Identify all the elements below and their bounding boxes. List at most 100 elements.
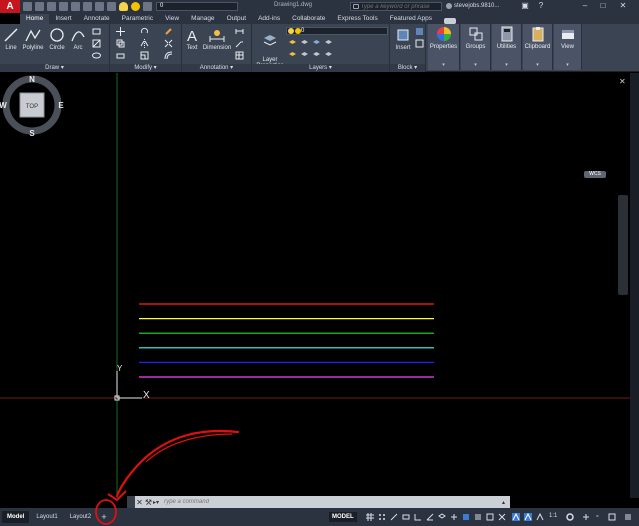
search-box[interactable] bbox=[350, 2, 442, 11]
layer-tool-5[interactable] bbox=[288, 51, 297, 60]
ortho-icon[interactable] bbox=[414, 513, 422, 521]
redo-icon[interactable] bbox=[107, 2, 116, 11]
wcs-menu-button[interactable]: WCS bbox=[584, 171, 606, 178]
clean-screen-icon[interactable] bbox=[608, 513, 616, 521]
draw-panel-title[interactable]: Draw ▾ bbox=[0, 64, 109, 72]
circle-tool[interactable]: Circle bbox=[47, 27, 67, 51]
line-tool[interactable]: Line bbox=[2, 27, 20, 51]
compass-n[interactable]: N bbox=[29, 75, 35, 84]
add-layout-button[interactable]: + bbox=[99, 512, 109, 522]
dimension-tool[interactable]: Dimension bbox=[202, 27, 232, 51]
offset-tool[interactable] bbox=[164, 51, 173, 60]
save-icon[interactable] bbox=[47, 2, 56, 11]
tab-express-tools[interactable]: Express Tools bbox=[331, 14, 383, 24]
viewcube[interactable]: TOP N S W E bbox=[0, 73, 64, 137]
layer-dropdown[interactable]: 0 bbox=[286, 27, 388, 35]
ellipse-tool[interactable] bbox=[92, 51, 101, 60]
close-button[interactable]: ✕ bbox=[618, 1, 628, 11]
layers-panel-title[interactable]: Layers ▾ bbox=[252, 64, 389, 72]
annotation-monitor-icon[interactable] bbox=[512, 513, 520, 521]
polar-tracking-icon[interactable] bbox=[426, 513, 434, 521]
transparency-icon[interactable] bbox=[486, 513, 494, 521]
hatch-tool[interactable] bbox=[92, 39, 101, 48]
snap-icon[interactable] bbox=[378, 513, 386, 521]
command-customize-icon[interactable]: ⚒ bbox=[144, 498, 153, 507]
tab-annotate[interactable]: Annotate bbox=[78, 14, 116, 24]
tab-output[interactable]: Output bbox=[221, 14, 253, 24]
dynamic-input-icon[interactable] bbox=[402, 513, 410, 521]
model-space-button[interactable]: MODEL bbox=[329, 512, 357, 522]
command-line-grip[interactable] bbox=[127, 496, 135, 508]
compass-s[interactable]: S bbox=[29, 129, 35, 137]
linear-dim-tool[interactable] bbox=[235, 27, 244, 36]
grid-icon[interactable] bbox=[366, 513, 374, 521]
annotation-panel-title[interactable]: Annotation ▾ bbox=[182, 64, 251, 72]
quick-access-layer-dropdown[interactable]: 0 bbox=[156, 2, 238, 11]
workspace-gear-icon[interactable] bbox=[566, 513, 574, 521]
command-input[interactable] bbox=[163, 499, 502, 505]
layout-tab-model[interactable]: Model bbox=[2, 511, 30, 523]
tab-collaborate[interactable]: Collaborate bbox=[286, 14, 331, 24]
utilities-panel[interactable]: Utilities ▾ bbox=[492, 24, 522, 70]
save-as-icon[interactable] bbox=[59, 2, 68, 11]
cart-icon[interactable]: ▣ bbox=[520, 1, 530, 11]
layer-tool-2[interactable] bbox=[300, 39, 309, 48]
layer-tool-1[interactable] bbox=[288, 39, 297, 48]
properties-panel[interactable]: Properties ▾ bbox=[428, 24, 460, 70]
units-icon[interactable]: ° bbox=[596, 513, 604, 521]
erase-tool[interactable] bbox=[164, 27, 173, 36]
annotate-plus-icon[interactable] bbox=[582, 513, 590, 521]
viewport-close-icon[interactable]: ✕ bbox=[619, 77, 626, 86]
autoscale-icon[interactable] bbox=[536, 513, 544, 521]
create-block-tool[interactable] bbox=[415, 27, 424, 36]
open-icon[interactable] bbox=[35, 2, 44, 11]
application-menu-button[interactable]: A bbox=[0, 0, 20, 13]
user-icon[interactable] bbox=[446, 3, 452, 9]
tab-featured-apps[interactable]: Featured Apps bbox=[384, 14, 438, 24]
layer-tool-8[interactable] bbox=[324, 51, 333, 60]
command-history-icon[interactable]: ▴ bbox=[502, 499, 510, 506]
view-panel[interactable]: View ▾ bbox=[554, 24, 582, 70]
object-snap-tracking-icon[interactable] bbox=[450, 513, 458, 521]
print-icon[interactable] bbox=[83, 2, 92, 11]
layer-thaw-icon[interactable] bbox=[131, 2, 140, 11]
undo-icon[interactable] bbox=[95, 2, 104, 11]
command-recent-icon[interactable]: ▸▾ bbox=[153, 499, 163, 506]
lineweight-icon[interactable] bbox=[474, 513, 482, 521]
annotation-visibility-icon[interactable] bbox=[524, 513, 532, 521]
tab-insert[interactable]: Insert bbox=[49, 14, 77, 24]
layout-tab-layout1[interactable]: Layout1 bbox=[31, 511, 62, 523]
text-tool[interactable]: A Text bbox=[184, 27, 200, 51]
selection-cycling-icon[interactable] bbox=[498, 513, 506, 521]
vertical-scrollbar[interactable] bbox=[630, 73, 639, 498]
tab-add-ins[interactable]: Add-ins bbox=[252, 14, 286, 24]
clipboard-panel[interactable]: Clipboard ▾ bbox=[523, 24, 553, 70]
stretch-tool[interactable] bbox=[116, 51, 125, 60]
polyline-tool[interactable]: Polyline bbox=[20, 27, 46, 51]
layer-tool-4[interactable] bbox=[324, 39, 333, 48]
modify-panel-title[interactable]: Modify ▾ bbox=[110, 64, 181, 72]
layer-lock-icon[interactable] bbox=[143, 2, 152, 11]
annotation-scale[interactable]: 1:1 bbox=[549, 513, 557, 519]
tab-manage[interactable]: Manage bbox=[185, 14, 221, 24]
infer-constraints-icon[interactable] bbox=[390, 513, 398, 521]
groups-panel[interactable]: Groups ▾ bbox=[461, 24, 491, 70]
layer-properties-tool[interactable]: Layer Properties bbox=[254, 27, 286, 69]
layout-tab-layout2[interactable]: Layout2 bbox=[65, 511, 96, 523]
layer-tool-6[interactable] bbox=[300, 51, 309, 60]
command-close-icon[interactable]: ✕ bbox=[135, 498, 144, 507]
tab-view[interactable]: View bbox=[159, 14, 185, 24]
rotate-tool[interactable] bbox=[140, 27, 149, 36]
minimize-button[interactable]: – bbox=[580, 1, 590, 11]
maximize-button[interactable]: □ bbox=[598, 1, 608, 11]
arc-tool[interactable]: Arc bbox=[68, 27, 88, 51]
user-name[interactable]: stevejobs.9810... bbox=[454, 3, 499, 9]
block-panel-title[interactable]: Block ▾ bbox=[390, 64, 425, 72]
edit-block-tool[interactable] bbox=[415, 39, 424, 48]
compass-w[interactable]: W bbox=[0, 101, 7, 110]
share-icon[interactable] bbox=[71, 2, 80, 11]
compass-e[interactable]: E bbox=[58, 101, 64, 110]
tab-home[interactable]: Home bbox=[20, 14, 50, 24]
copy-tool[interactable] bbox=[116, 39, 125, 48]
layer-tool-7[interactable] bbox=[312, 51, 321, 60]
